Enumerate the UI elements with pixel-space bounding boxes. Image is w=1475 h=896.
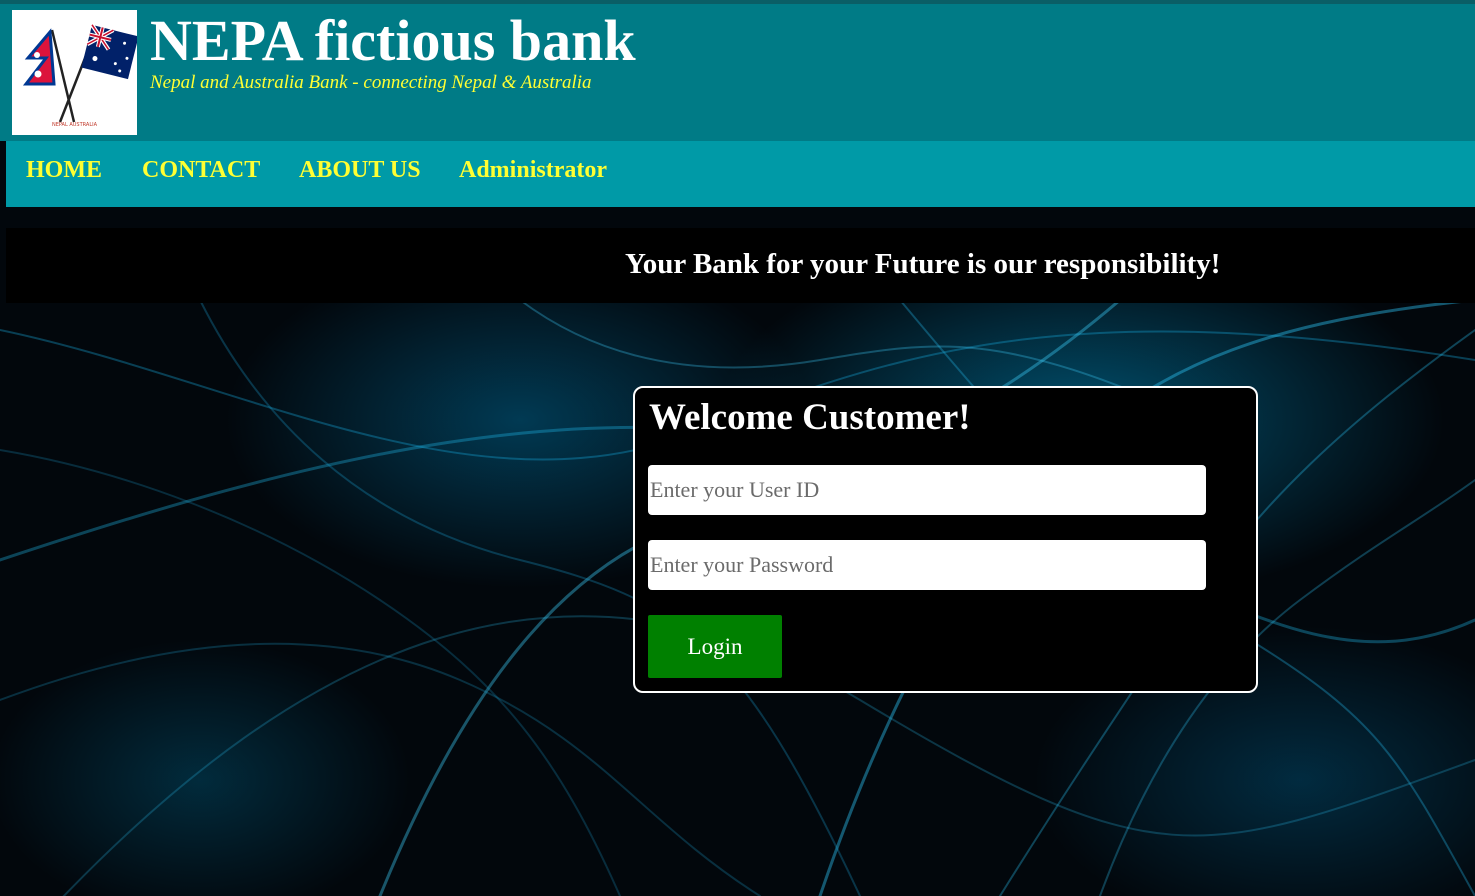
site-title: NEPA fictious bank <box>150 8 636 73</box>
login-title: Welcome Customer! <box>649 397 971 438</box>
slogan-text: Your Bank for your Future is our respons… <box>625 248 1221 280</box>
login-form: Welcome Customer! Login <box>633 386 1258 693</box>
slogan-banner: Your Bank for your Future is our respons… <box>6 228 1475 303</box>
nav-about-us[interactable]: ABOUT US <box>299 157 421 184</box>
user-id-input[interactable] <box>648 465 1206 515</box>
logo-caption: NEPAL AUSTRALIA <box>51 122 98 128</box>
site-tagline: Nepal and Australia Bank - connecting Ne… <box>150 72 592 93</box>
nav-administrator[interactable]: Administrator <box>459 157 607 184</box>
password-input[interactable] <box>648 540 1206 590</box>
login-button[interactable]: Login <box>648 615 782 678</box>
nepal-australia-flags-icon: NEPAL AUSTRALIA <box>12 10 139 135</box>
nav-contact[interactable]: CONTACT <box>142 157 260 184</box>
main-nav: HOME CONTACT ABOUT US Administrator <box>6 141 1475 207</box>
nav-home[interactable]: HOME <box>26 157 102 184</box>
site-header: NEPAL AUSTRALIA NEPA fictious bank Nepal… <box>0 0 1475 141</box>
